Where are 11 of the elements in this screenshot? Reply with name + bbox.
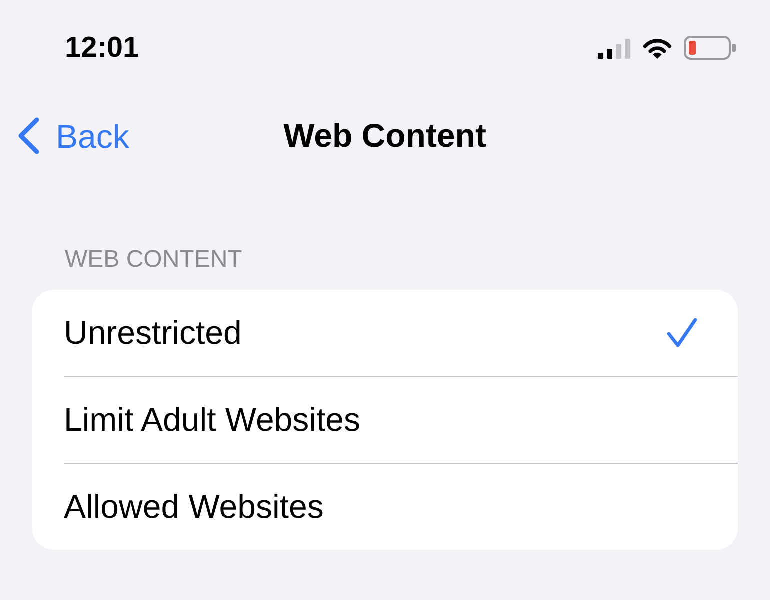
option-row[interactable]: Limit Adult Websites (32, 377, 738, 463)
status-time: 12:01 (65, 34, 140, 62)
signal-icon (598, 39, 631, 59)
section-header: WEB CONTENT (65, 245, 242, 275)
back-button[interactable]: Back (17, 117, 134, 155)
page-title: Web Content (284, 116, 486, 156)
battery-icon (684, 36, 736, 60)
option-row[interactable]: Unrestricted (32, 290, 738, 376)
wifi-icon (642, 37, 673, 59)
chevron-left-icon (17, 117, 41, 155)
option-row[interactable]: Allowed Websites (32, 464, 738, 550)
